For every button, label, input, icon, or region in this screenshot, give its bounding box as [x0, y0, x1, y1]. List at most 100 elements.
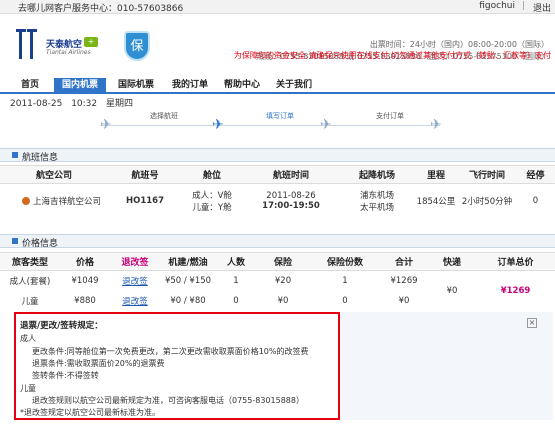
price-info-title: 价格信息 [22, 239, 59, 249]
steps-line [100, 125, 440, 126]
time-cell: 2011-08-26 17:00-19:50 [242, 184, 340, 218]
refund-rule-link[interactable]: 退改签 [110, 291, 160, 311]
insurance: ¥20 [274, 275, 292, 286]
step-2-label: 填写订单 [266, 112, 294, 120]
plus-icon: + [84, 37, 98, 47]
insurance-count: 0 [342, 295, 348, 306]
nav-about-us[interactable]: 关于我们 [270, 78, 318, 92]
price: ¥880 [74, 295, 96, 306]
flight-table: 航空公司 航班号 舱位 航班时间 起降机场 里程 飞行时间 经停 上海吉祥航空公… [0, 165, 555, 218]
express: ¥0 [446, 285, 458, 296]
username-link[interactable]: figochui [479, 1, 515, 11]
step-3-plane-icon: ✈ [320, 117, 332, 133]
brand-logo[interactable]: 天泰航空 + Tiantai Airlines [46, 37, 102, 59]
stops: 0 [532, 195, 539, 206]
departure-airport: 浦东机场 [359, 190, 394, 201]
arrival-airport: 太平机场 [359, 202, 394, 213]
col-insurance-count: 保险份数 [310, 252, 380, 271]
price-table-header: 旅客类型 价格 退改签 机建/燃油 人数 保险 保险份数 合计 快递 订单总价 [0, 252, 555, 271]
airports-cell: 浦东机场 太平机场 [340, 184, 414, 218]
step-1-plane-icon: ✈ [100, 117, 112, 133]
row-total: ¥1269 [390, 275, 418, 286]
col-total: 合计 [380, 252, 428, 271]
airline-cell: 上海吉祥航空公司 [0, 184, 108, 218]
insurance: ¥0 [277, 295, 289, 306]
rules-note: *退改签规定以航空公司最新标准为准。 [20, 408, 160, 417]
rules-adult-line-3: 签转条件:不得签转 [32, 371, 99, 380]
ticketing-hours: 出票时间：24小时（国内）08:00-20:00（国际） [369, 40, 549, 49]
airline-name: 上海吉祥航空公司 [33, 196, 102, 207]
col-passenger-type: 旅客类型 [0, 252, 60, 271]
duration: 2小时50分钟 [461, 196, 513, 207]
rules-adult-line-2: 退票条件:需收取票面价20%的退票费 [32, 359, 165, 368]
flight-row: 上海吉祥航空公司 HO1167 成人：V舱 儿童：Y舱 2011-08-26 1… [0, 184, 555, 218]
refund-rule-link[interactable]: 退改签 [110, 271, 160, 291]
top-bar: 去哪儿网客户服务中心：010-57603866 figochui | 退出 [0, 0, 555, 14]
col-flight-time: 航班时间 [242, 165, 340, 184]
rules-title: 退票/更改/签转规定： [20, 321, 103, 331]
section-marker-icon [12, 238, 18, 244]
price-row-adult: 成人(套餐) ¥1049 退改签 ¥50 / ¥150 1 ¥20 1 ¥126… [0, 271, 555, 296]
rules-adult-line-1: 更改条件:同等舱位第一次免费更改，第二次更改需收取票面价格10%的改签费 [32, 347, 309, 356]
service-hotline: 去哪儿网客户服务中心：010-57603866 [18, 4, 184, 14]
nav-underline [0, 92, 555, 94]
step-4-plane-icon: ✈ [430, 117, 442, 133]
cabin-adult: 成人：V舱 [192, 190, 232, 201]
col-stops: 经停 [516, 165, 555, 184]
col-refund-rule: 退改签 [110, 252, 160, 271]
flight-date: 2011-08-26 [266, 190, 316, 201]
distance: 1854公里 [416, 196, 456, 207]
logout-link[interactable]: 退出 [533, 1, 551, 14]
flight-table-header: 航空公司 航班号 舱位 航班时间 起降机场 里程 飞行时间 经停 [0, 165, 555, 184]
col-distance: 里程 [414, 165, 458, 184]
nav-help-center[interactable]: 帮助中心 [218, 78, 266, 92]
close-icon[interactable]: × [527, 318, 537, 328]
flight-info-header: 航班信息 [0, 148, 555, 163]
count: 0 [233, 295, 239, 306]
col-duration: 飞行时间 [458, 165, 516, 184]
passenger-type: 儿童 [21, 296, 39, 307]
flight-no: HO1167 [126, 195, 164, 206]
step-2-plane-icon: ✈ [212, 117, 224, 133]
nav-my-orders[interactable]: 我的订单 [166, 78, 214, 92]
col-cabin: 舱位 [182, 165, 242, 184]
price: ¥1049 [71, 275, 99, 286]
row-total: ¥0 [398, 295, 410, 306]
rules-child-label: 儿童 [20, 384, 36, 393]
nav-domestic-flights[interactable]: 国内机票 [54, 78, 106, 92]
price-table: 旅客类型 价格 退改签 机建/燃油 人数 保险 保险份数 合计 快递 订单总价 … [0, 252, 555, 311]
flight-time: 17:00-19:50 [262, 200, 320, 211]
col-express: 快递 [428, 252, 476, 271]
rules-panel-background [340, 312, 553, 420]
count: 1 [233, 275, 239, 286]
step-3-label: 支付订单 [376, 112, 404, 120]
refund-rules-box: 退票/更改/签转规定： 成人 更改条件:同等舱位第一次免费更改，第二次更改需收取… [14, 312, 340, 420]
brand-name-en: Tiantai Airlines [46, 49, 91, 56]
tt-logo-icon[interactable] [16, 29, 38, 61]
col-price: 价格 [60, 252, 110, 271]
payment-warning: 为保障您的资金安全,请确保只使用在线支付,切勿通过其他支付方式（转账、汇款等）支… [233, 51, 551, 60]
price-info-header: 价格信息 [0, 234, 555, 249]
col-count: 人数 [216, 252, 256, 271]
rules-adult-label: 成人 [20, 334, 36, 343]
cabin-cell: 成人：V舱 儿童：Y舱 [182, 184, 242, 218]
col-flight-no: 航班号 [108, 165, 182, 184]
step-1-label: 选择航班 [150, 112, 178, 120]
col-airline: 航空公司 [0, 165, 108, 184]
section-marker-icon [12, 152, 18, 158]
tax: ¥0 / ¥80 [170, 295, 206, 306]
insurance-count: 1 [342, 275, 348, 286]
tax: ¥50 / ¥150 [164, 275, 212, 286]
flight-info-title: 航班信息 [22, 153, 59, 163]
nav-international-flights[interactable]: 国际机票 [110, 78, 162, 92]
order-total: ¥1269 [500, 285, 531, 296]
security-badge-icon[interactable]: 保 [124, 31, 150, 61]
nav-home[interactable]: 首页 [10, 78, 50, 92]
col-airports: 起降机场 [340, 165, 414, 184]
passenger-type: 成人(套餐) [9, 276, 51, 287]
cabin-child: 儿童：Y舱 [192, 202, 232, 213]
progress-steps: ✈ 选择航班 ✈ 填写订单 ✈ 支付订单 ✈ [0, 108, 555, 136]
col-tax: 机建/燃油 [160, 252, 216, 271]
airline-logo-icon [22, 197, 30, 206]
rules-child-line: 退改签规则以航空公司最新规定为准，可咨询客服电话（0755-83015888） [32, 396, 304, 405]
